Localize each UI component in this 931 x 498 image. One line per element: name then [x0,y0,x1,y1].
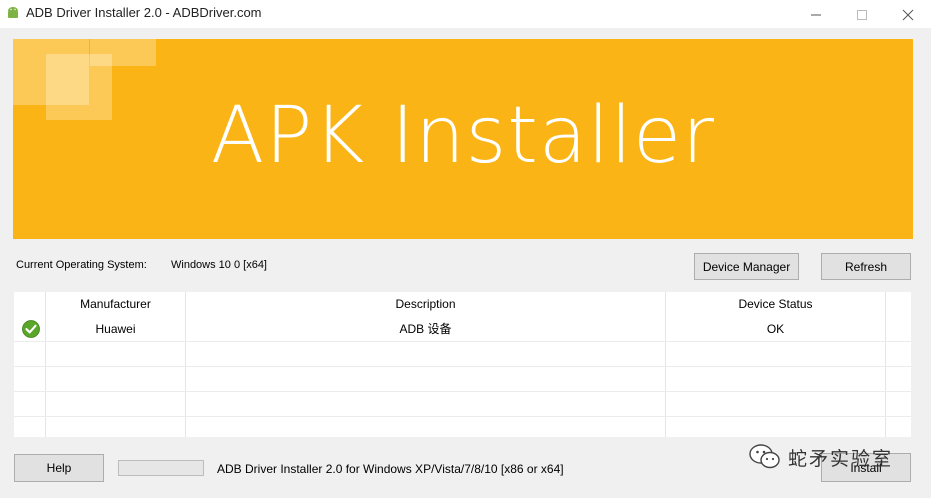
android-app-icon [8,7,18,18]
column-header-manufacturer[interactable]: Manufacturer [46,292,185,316]
column-header-device-status[interactable]: Device Status [666,292,885,316]
device-table[interactable]: Manufacturer Description Device Status H… [14,292,911,437]
device-manager-button[interactable]: Device Manager [694,253,799,280]
row-divider [14,366,911,367]
minimize-icon [811,14,821,16]
title-bar: ADB Driver Installer 2.0 - ADBDriver.com [0,0,931,28]
progress-bar [118,460,204,476]
os-label: Current Operating System: [16,259,147,271]
device-status-cell: OK [766,322,785,336]
footer-info-text: ADB Driver Installer 2.0 for Windows XP/… [217,462,564,476]
row-divider [14,341,911,342]
close-button[interactable] [885,0,931,28]
wechat-icon [749,444,780,469]
maximize-icon [857,10,867,20]
watermark: 蛇矛实验室 [748,442,893,472]
row-divider [14,391,911,392]
os-value: Windows 10 0 [x64] [171,259,267,271]
minimize-button[interactable] [793,0,839,28]
window-title: ADB Driver Installer 2.0 - ADBDriver.com [26,5,262,20]
check-icon [22,320,40,338]
help-button[interactable]: Help [14,454,104,482]
close-icon [902,9,914,21]
banner-decoration [90,39,156,66]
watermark-text: 蛇矛实验室 [788,447,894,470]
description-cell: ADB 设备 [399,322,452,336]
column-header-description[interactable]: Description [186,292,665,316]
banner: APK Installer [13,39,913,239]
banner-title: APK Installer [210,91,716,181]
maximize-button[interactable] [839,0,885,28]
manufacturer-cell: Huawei [95,322,136,336]
refresh-button[interactable]: Refresh [821,253,911,280]
row-divider [14,416,911,417]
